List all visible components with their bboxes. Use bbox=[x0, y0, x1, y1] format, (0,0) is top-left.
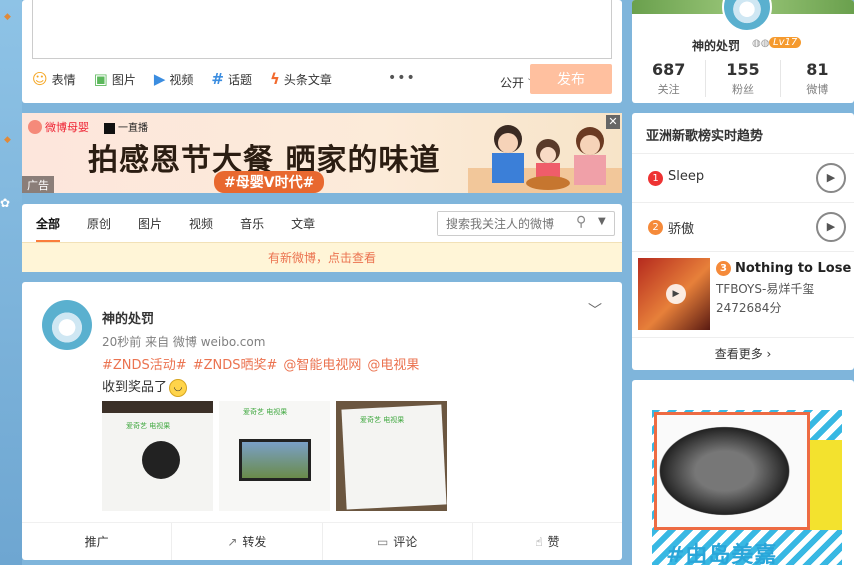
post-tags: #ZNDS活动# #ZNDS晒奖# @智能电视网 @电视果 bbox=[102, 354, 425, 373]
search-icon[interactable]: ⚲ bbox=[576, 214, 586, 230]
promote-button[interactable]: 推广 bbox=[22, 523, 173, 560]
tab-original[interactable]: 原创 bbox=[87, 215, 111, 232]
song-title[interactable]: Nothing to Lose bbox=[735, 261, 851, 276]
decor-dot: ◆ bbox=[4, 135, 11, 145]
mention-link[interactable]: @电视果 bbox=[367, 358, 419, 373]
rank-badge: 2 bbox=[648, 220, 663, 235]
mention-link[interactable]: @智能电视网 bbox=[283, 358, 361, 373]
composer-toolbar: ☺ 表情 ▣ 图片 ▶ 视频 # 话题 ϟ 头条文章 bbox=[32, 70, 350, 88]
repost-icon: ↗ bbox=[227, 535, 238, 549]
page-background-left bbox=[0, 0, 22, 565]
thumb-brand-label: 爱奇艺 电视果 bbox=[243, 408, 288, 416]
author-name[interactable]: 神的处罚 bbox=[102, 308, 154, 327]
thumb-brand-label: 爱奇艺 电视果 bbox=[126, 422, 171, 430]
chart-title: 亚洲新歌榜实时趋势 bbox=[646, 129, 764, 144]
post-text: 收到奖品了 ◡ bbox=[102, 376, 188, 397]
song-artist[interactable]: TFBOYS-易烊千玺 bbox=[716, 280, 814, 297]
post-image[interactable]: 爱奇艺 电视果 bbox=[336, 401, 447, 511]
smile-emoji-icon: ◡ bbox=[169, 378, 188, 397]
like-icon: ☝ bbox=[535, 535, 543, 549]
profile-stats: 687 关注 155 粉丝 81 微博 bbox=[632, 60, 854, 97]
compose-textarea[interactable] bbox=[32, 0, 612, 59]
song-score: 2472684分 bbox=[716, 301, 782, 315]
tab-images[interactable]: 图片 bbox=[138, 215, 162, 232]
tab-videos[interactable]: 视频 bbox=[189, 215, 213, 232]
yizhibo-icon bbox=[104, 122, 115, 134]
stat-followers[interactable]: 155 粉丝 bbox=[706, 60, 781, 97]
video-tool[interactable]: ▶ 视频 bbox=[154, 70, 194, 88]
feed-tabs: 全部 原创 图片 视频 音乐 文章 bbox=[36, 215, 342, 232]
play-icon[interactable]: ▶ bbox=[666, 284, 686, 304]
profile-card: 神的处罚 ◍◍ Lv17 687 关注 155 粉丝 81 微博 bbox=[632, 0, 854, 103]
feed-post: 神的处罚 20秒前 来自 微博 weibo.com ﹀ #ZNDS活动# #ZND… bbox=[22, 282, 622, 560]
profile-name[interactable]: 神的处罚 bbox=[692, 37, 740, 54]
image-tool[interactable]: ▣ 图片 bbox=[94, 70, 136, 88]
play-icon[interactable]: ▶ bbox=[816, 212, 846, 242]
feed-search: ⚲ ▼ bbox=[437, 211, 615, 236]
rank-badge: 3 bbox=[716, 261, 731, 276]
ad-label: 广告 bbox=[22, 176, 54, 193]
stat-following[interactable]: 687 关注 bbox=[632, 60, 707, 97]
song-title[interactable]: Sleep bbox=[668, 169, 704, 184]
article-tool[interactable]: ϟ 头条文章 bbox=[270, 70, 332, 88]
image-icon: ▣ bbox=[93, 70, 108, 88]
vip-icon[interactable]: ◍◍ bbox=[752, 38, 769, 49]
song-title[interactable]: 骄傲 bbox=[668, 218, 694, 237]
topic-link[interactable]: #ZNDS晒奖# bbox=[193, 358, 278, 373]
ad-text: #由岛美嘉 bbox=[666, 543, 778, 565]
chart-row[interactable]: 1 Sleep ▶ bbox=[632, 153, 854, 202]
post-image[interactable]: 爱奇艺 电视果 bbox=[102, 401, 213, 511]
yizhibo-logo: 一直播 bbox=[104, 119, 148, 134]
feed-filter-bar: 全部 原创 图片 视频 音乐 文章 ⚲ ▼ 有新微博，点击查看 bbox=[22, 204, 622, 272]
rank-badge: 1 bbox=[648, 171, 663, 186]
featured-song: 3 Nothing to Lose bbox=[716, 261, 851, 276]
post-image[interactable]: 爱奇艺 电视果 bbox=[219, 401, 330, 511]
smile-icon: ☺ bbox=[32, 70, 48, 88]
hashtag-icon: # bbox=[211, 70, 224, 88]
topic-tool[interactable]: # 话题 bbox=[211, 70, 252, 88]
lightning-icon: ϟ bbox=[270, 70, 280, 88]
weibo-baby-logo: 微博母婴 bbox=[28, 119, 89, 135]
post-meta: 20秒前 来自 微博 weibo.com bbox=[102, 335, 266, 349]
music-chart-widget: 亚洲新歌榜实时趋势 1 Sleep ▶ 2 骄傲 ▶ ▶ 3 Nothing to… bbox=[632, 113, 854, 370]
album-cover[interactable]: ▶ bbox=[638, 258, 710, 330]
post-composer: ☺表情 ▣图片 ▶视频 #话题 ϟ头条文章 ••• 公开 ﹀ 发布 bbox=[22, 0, 622, 103]
comment-icon: ▭ bbox=[376, 535, 389, 549]
close-icon[interactable]: ✕ bbox=[606, 115, 620, 129]
new-posts-notice[interactable]: 有新微博，点击查看 bbox=[22, 242, 622, 272]
chart-row[interactable]: 2 骄傲 ▶ bbox=[632, 202, 854, 251]
settings-icon[interactable]: ✿ bbox=[0, 196, 10, 210]
feed-search-input[interactable] bbox=[438, 212, 568, 235]
see-more-link[interactable]: 查看更多 › bbox=[632, 337, 854, 370]
ad-photo bbox=[654, 412, 810, 530]
like-button[interactable]: ☝ 赞 bbox=[473, 523, 622, 560]
baby-icon bbox=[28, 120, 42, 134]
family-illustration bbox=[468, 125, 622, 193]
profile-avatar[interactable] bbox=[722, 0, 772, 32]
ad-banner[interactable]: 微博母婴 一直播 拍感恩节大餐 晒家的味道 #母婴V时代# 广告 ✕ bbox=[22, 113, 622, 193]
stat-posts[interactable]: 81 微博 bbox=[781, 60, 854, 97]
more-tools-button[interactable]: ••• bbox=[388, 70, 416, 86]
comment-button[interactable]: ▭ 评论 bbox=[323, 523, 473, 560]
repost-button[interactable]: ↗ 转发 bbox=[172, 523, 323, 560]
post-images: 爱奇艺 电视果 爱奇艺 电视果 爱奇艺 电视果 bbox=[102, 401, 447, 511]
thumb-brand-label: 爱奇艺 电视果 bbox=[360, 416, 405, 424]
post-button[interactable]: 发布 bbox=[530, 64, 612, 94]
author-avatar[interactable] bbox=[42, 300, 92, 350]
emoji-tool[interactable]: ☺ 表情 bbox=[32, 70, 76, 88]
tab-articles[interactable]: 文章 bbox=[291, 215, 315, 232]
decor-dot: ◆ bbox=[4, 12, 11, 22]
sidebar-ad[interactable]: #由岛美嘉 bbox=[632, 380, 854, 565]
post-actions: 推广 ↗ 转发 ▭ 评论 ☝ 赞 bbox=[22, 522, 622, 560]
caret-down-icon[interactable]: ▼ bbox=[598, 216, 606, 227]
tab-all[interactable]: 全部 bbox=[36, 215, 60, 232]
play-icon[interactable]: ▶ bbox=[816, 163, 846, 193]
banner-subtitle: #母婴V时代# bbox=[214, 171, 325, 193]
chevron-down-icon[interactable]: ﹀ bbox=[588, 300, 602, 320]
video-icon: ▶ bbox=[153, 70, 166, 88]
tab-music[interactable]: 音乐 bbox=[240, 215, 264, 232]
level-badge[interactable]: Lv17 bbox=[769, 37, 802, 48]
topic-link[interactable]: #ZNDS活动# bbox=[102, 358, 187, 373]
